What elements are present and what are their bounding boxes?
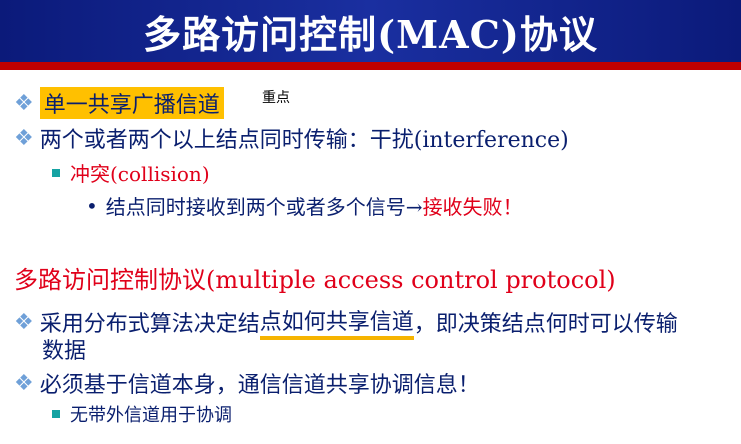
- subbullet-collision: 冲突(collision): [52, 158, 210, 187]
- title-divider: [0, 62, 741, 70]
- bullet-text-red: ！: [502, 195, 523, 219]
- subbullet-no-oob: 无带外信道用于协调: [52, 401, 232, 427]
- bullet-text: 两个或者两个以上结点同时传输：干扰(interference): [39, 128, 569, 153]
- bullet-text: 无带外信道用于协调: [70, 405, 232, 426]
- square-bullet-icon: [52, 168, 60, 177]
- bullet-text: 必须基于信道本身，通信信道共享协调信息！: [39, 373, 480, 398]
- subbullet-receive-fail: • 结点同时接收到两个或者多个信号→ 接收失败 ！: [86, 191, 523, 220]
- slide-title: 多路访问控制(MAC)协议: [143, 11, 598, 57]
- bullet-text: 数据: [42, 339, 87, 364]
- underlined-text: 点如何共享信道: [259, 304, 414, 340]
- bullet-shared-channel: ❖ 单一共享广播信道: [14, 87, 224, 119]
- bullet-text-red: 接收失败: [422, 195, 503, 219]
- bullet-distributed-algo: ❖ 采用分布式算法决定结 点如何共享信道 ，即决策结点何时可以传输: [14, 304, 678, 340]
- diamond-bullet-icon: ❖: [14, 90, 34, 116]
- bullet-interference: ❖ 两个或者两个以上结点同时传输：干扰(interference): [14, 122, 569, 154]
- heading-text: 多路访问控制协议(multiple access control protoco…: [14, 266, 616, 294]
- title-bar: 多路访问控制(MAC)协议: [0, 0, 741, 62]
- diamond-bullet-icon: ❖: [14, 370, 34, 396]
- bullet-text: 冲突(collision): [70, 162, 210, 186]
- dot-bullet-icon: •: [86, 193, 98, 218]
- bullet-text: 结点同时接收到两个或者多个信号→: [105, 195, 423, 219]
- diamond-bullet-icon: ❖: [14, 309, 34, 335]
- note-label: 重点: [262, 90, 290, 106]
- bullet-text: ，即决策结点何时可以传输: [413, 312, 678, 337]
- highlighted-text: 单一共享广播信道: [39, 87, 224, 119]
- section-heading: 多路访问控制协议(multiple access control protoco…: [14, 260, 616, 295]
- diamond-bullet-icon: ❖: [14, 125, 34, 151]
- bullet-wrap-line: 数据: [42, 333, 86, 365]
- bullet-channel-coordination: ❖ 必须基于信道本身，通信信道共享协调信息！: [14, 367, 480, 399]
- square-bullet-icon: [52, 410, 60, 418]
